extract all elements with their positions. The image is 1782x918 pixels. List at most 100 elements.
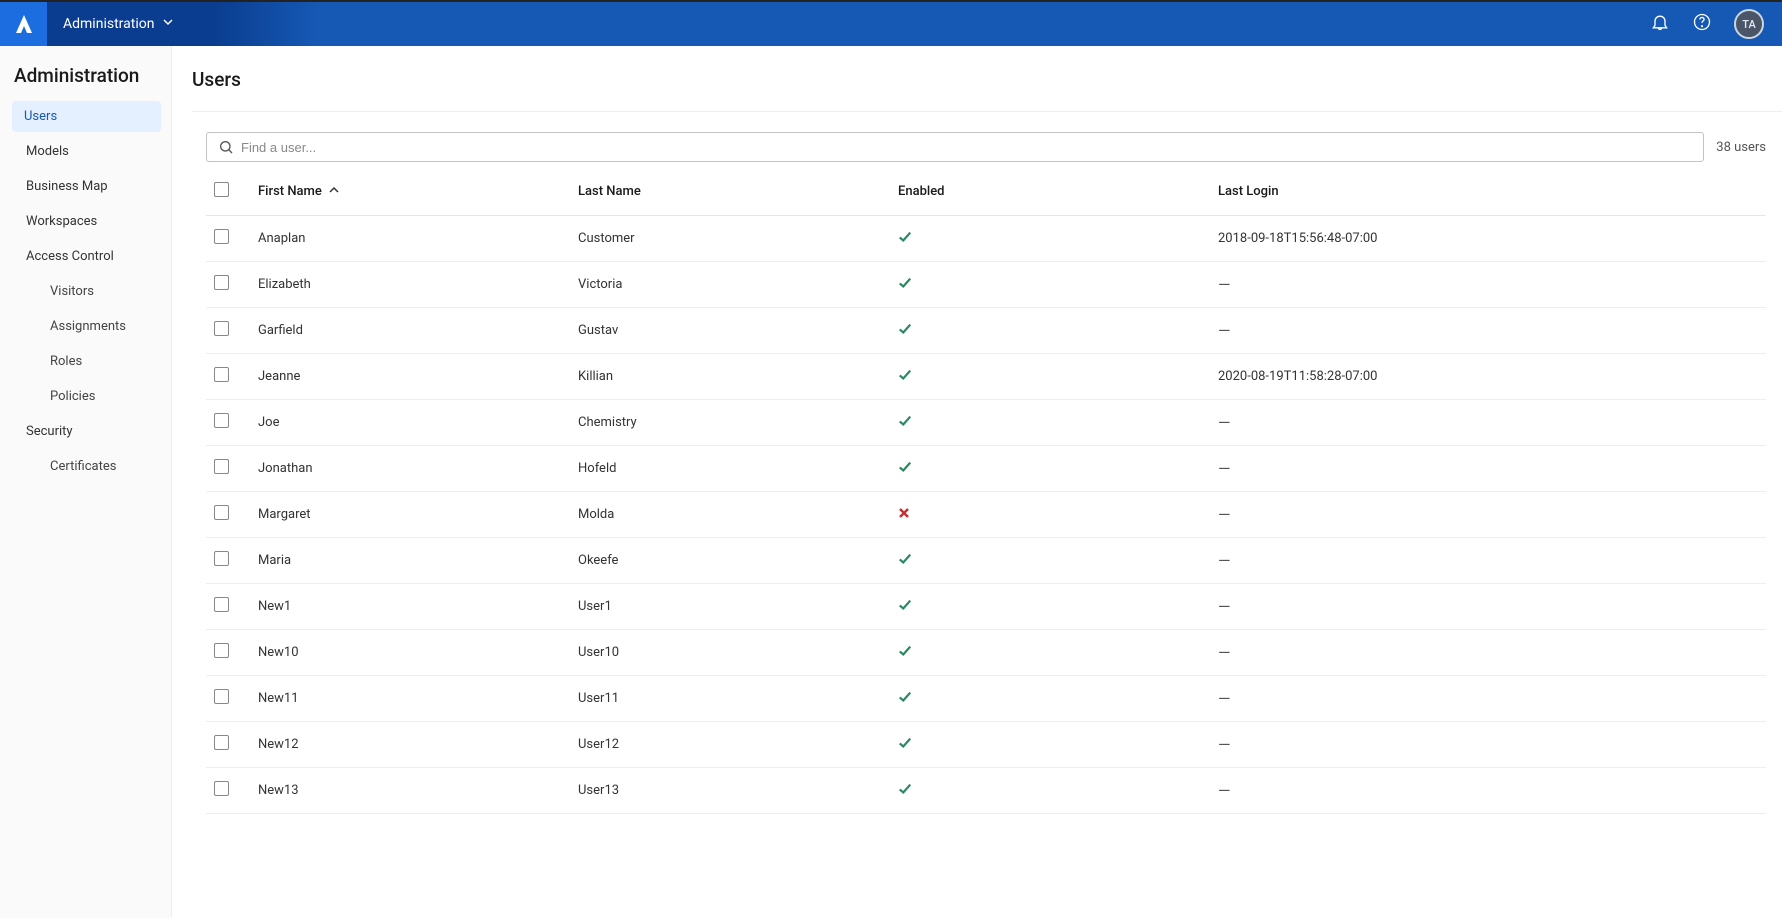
sidebar: Administration UsersModelsBusiness MapWo… [0,46,172,918]
user-avatar[interactable]: TA [1734,9,1764,39]
sidebar-item-security[interactable]: Security [12,416,161,447]
check-icon [898,325,912,340]
column-header-enabled-label: Enabled [898,184,945,199]
table-row[interactable]: New1User1— [206,584,1766,630]
table-row[interactable]: JoeChemistry— [206,400,1766,446]
row-checkbox[interactable] [214,597,229,612]
table-row[interactable]: New11User11— [206,676,1766,722]
cell-enabled [890,400,1210,446]
sidebar-item-assignments[interactable]: Assignments [10,311,161,342]
sidebar-item-label: Access Control [26,249,114,264]
column-header-first-name[interactable]: First Name [250,166,570,216]
cell-last-login: — [1210,722,1766,768]
sidebar-item-business-map[interactable]: Business Map [12,171,161,202]
bell-icon [1650,12,1670,32]
search-icon [218,139,234,155]
row-checkbox[interactable] [214,275,229,290]
row-checkbox[interactable] [214,735,229,750]
help-icon [1692,12,1712,32]
table-row[interactable]: JeanneKillian2020-08-19T11:58:28-07:00 [206,354,1766,400]
sidebar-item-label: Roles [50,354,82,369]
top-nav: Administration TA [0,2,1782,46]
cell-first-name: New12 [250,722,570,768]
top-nav-title: Administration [63,16,154,32]
row-checkbox[interactable] [214,321,229,336]
check-icon [898,601,912,616]
x-icon [898,508,910,523]
sidebar-item-label: Assignments [50,319,126,334]
table-row[interactable]: AnaplanCustomer2018-09-18T15:56:48-07:00 [206,216,1766,262]
sidebar-item-label: Certificates [50,459,116,474]
cell-first-name: Jonathan [250,446,570,492]
sidebar-item-visitors[interactable]: Visitors [10,276,161,307]
cell-last-login: — [1210,768,1766,814]
sidebar-item-roles[interactable]: Roles [10,346,161,377]
row-checkbox[interactable] [214,367,229,382]
check-icon [898,693,912,708]
table-row[interactable]: New10User10— [206,630,1766,676]
check-icon [898,739,912,754]
column-header-enabled[interactable]: Enabled [890,166,1210,216]
column-header-last-login[interactable]: Last Login [1210,166,1766,216]
row-checkbox[interactable] [214,643,229,658]
row-checkbox[interactable] [214,551,229,566]
check-icon [898,463,912,478]
row-checkbox[interactable] [214,459,229,474]
cell-last-login: — [1210,584,1766,630]
cell-last-name: User12 [570,722,890,768]
cell-enabled [890,354,1210,400]
cell-first-name: New13 [250,768,570,814]
table-row[interactable]: GarfieldGustav— [206,308,1766,354]
select-all-checkbox[interactable] [214,182,229,197]
table-row[interactable]: ElizabethVictoria— [206,262,1766,308]
cell-first-name: New10 [250,630,570,676]
row-checkbox[interactable] [214,413,229,428]
cell-first-name: Margaret [250,492,570,538]
sort-ascending-icon [329,184,339,199]
table-row[interactable]: JonathanHofeld— [206,446,1766,492]
sidebar-item-label: Users [24,109,57,124]
help-button[interactable] [1692,12,1712,36]
cell-enabled [890,446,1210,492]
sidebar-item-policies[interactable]: Policies [10,381,161,412]
search-input[interactable] [206,132,1704,162]
row-checkbox[interactable] [214,689,229,704]
sidebar-item-label: Security [26,424,73,439]
table-row[interactable]: MargaretMolda— [206,492,1766,538]
sidebar-item-certificates[interactable]: Certificates [10,451,161,482]
column-header-first-name-label: First Name [258,184,322,199]
check-icon [898,555,912,570]
row-checkbox[interactable] [214,229,229,244]
cell-enabled [890,216,1210,262]
cell-enabled [890,538,1210,584]
table-row[interactable]: New13User13— [206,768,1766,814]
row-checkbox[interactable] [214,781,229,796]
page-title: Users [192,68,1782,112]
cell-enabled [890,262,1210,308]
sidebar-item-models[interactable]: Models [12,136,161,167]
check-icon [898,279,912,294]
cell-last-name: Okeefe [570,538,890,584]
sidebar-item-workspaces[interactable]: Workspaces [12,206,161,237]
cell-first-name: Anaplan [250,216,570,262]
sidebar-item-users[interactable]: Users [12,101,161,132]
cell-first-name: Elizabeth [250,262,570,308]
avatar-initials: TA [1742,18,1756,31]
cell-last-login: — [1210,538,1766,584]
check-icon [898,371,912,386]
column-header-last-name-label: Last Name [578,184,641,199]
table-row[interactable]: MariaOkeefe — [206,538,1766,584]
anaplan-logo-icon [12,12,36,36]
sidebar-item-access-control[interactable]: Access Control [12,241,161,272]
notifications-button[interactable] [1650,12,1670,36]
top-nav-dropdown[interactable]: Administration [47,2,196,46]
app-logo[interactable] [0,2,47,46]
row-checkbox[interactable] [214,505,229,520]
table-row[interactable]: New12User12 — [206,722,1766,768]
cell-first-name: Jeanne [250,354,570,400]
cell-last-login: — [1210,676,1766,722]
cell-last-login: — [1210,262,1766,308]
sidebar-item-label: Business Map [26,179,108,194]
column-header-last-name[interactable]: Last Name [570,166,890,216]
cell-first-name: Maria [250,538,570,584]
